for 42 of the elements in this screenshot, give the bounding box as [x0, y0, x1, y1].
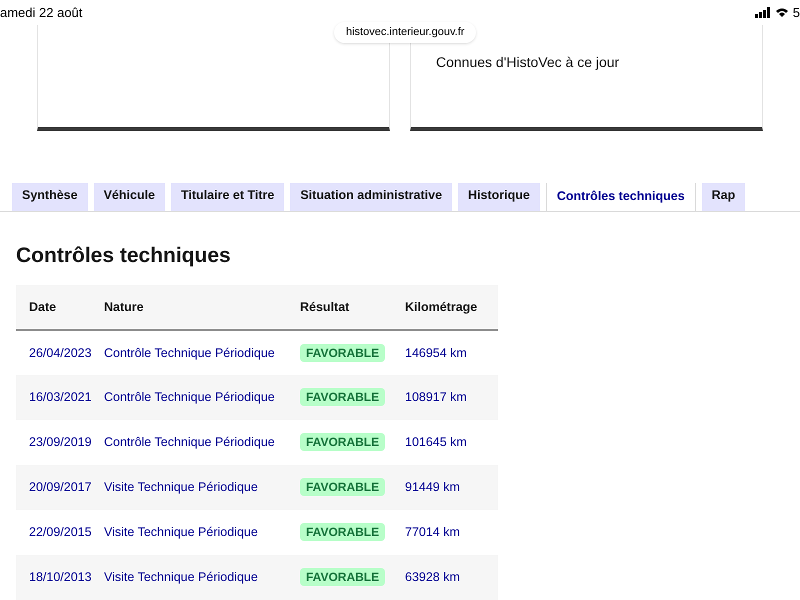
- tab[interactable]: Titulaire et Titre: [171, 183, 284, 210]
- table-cell: 18/10/2013: [16, 555, 104, 600]
- table-cell: Visite Technique Périodique: [104, 510, 300, 555]
- section-title: Contrôles techniques: [16, 242, 232, 268]
- table-cell: Contrôle Technique Périodique: [104, 420, 300, 465]
- tab[interactable]: Historique: [458, 183, 540, 210]
- tab[interactable]: Contrôles techniques: [546, 183, 696, 210]
- status-time: amedi 22 août: [0, 4, 82, 22]
- table-cell: Visite Technique Périodique: [104, 555, 300, 600]
- tab[interactable]: Rap: [702, 183, 746, 210]
- table-cell: Contrôle Technique Périodique: [104, 330, 300, 375]
- table-cell: 16/03/2021: [16, 375, 104, 420]
- status-badge: FAVORABLE: [300, 433, 386, 452]
- table-cell: 26/04/2023: [16, 330, 104, 375]
- status-badge: FAVORABLE: [300, 388, 386, 406]
- table-cell: Visite Technique Périodique: [104, 465, 300, 510]
- table-cell: 20/09/2017: [16, 465, 104, 510]
- table-cell: 91449 km: [405, 465, 498, 510]
- column-header: Date: [16, 285, 104, 330]
- table-cell: 63928 km: [405, 555, 498, 600]
- column-header: Résultat: [300, 285, 405, 330]
- tab[interactable]: Synthèse: [12, 183, 88, 210]
- tab[interactable]: Situation administrative: [290, 183, 452, 210]
- status-badge: FAVORABLE: [300, 568, 386, 586]
- status-badge: FAVORABLE: [300, 478, 386, 496]
- table-cell: 22/09/2015: [16, 510, 104, 555]
- battery-level: 5: [792, 4, 800, 22]
- tab[interactable]: Véhicule: [94, 183, 166, 210]
- table-cell: 101645 km: [405, 420, 498, 465]
- signal-icon: [754, 7, 771, 18]
- table-cell: 108917 km: [405, 375, 498, 420]
- status-badge: FAVORABLE: [300, 523, 386, 542]
- column-header: Kilométrage: [405, 285, 498, 330]
- table-cell: 23/09/2019: [16, 420, 104, 465]
- wifi-icon: [774, 7, 789, 18]
- table-cell: 77014 km: [405, 510, 498, 555]
- table-cell: Contrôle Technique Périodique: [104, 375, 300, 420]
- url-pill[interactable]: histovec.interieur.gouv.fr: [334, 22, 476, 42]
- card-text: Connues d'HistoVec à ce jour: [436, 54, 620, 70]
- column-header: Nature: [104, 285, 300, 330]
- table-cell: 146954 km: [405, 330, 498, 375]
- status-badge: FAVORABLE: [300, 344, 386, 362]
